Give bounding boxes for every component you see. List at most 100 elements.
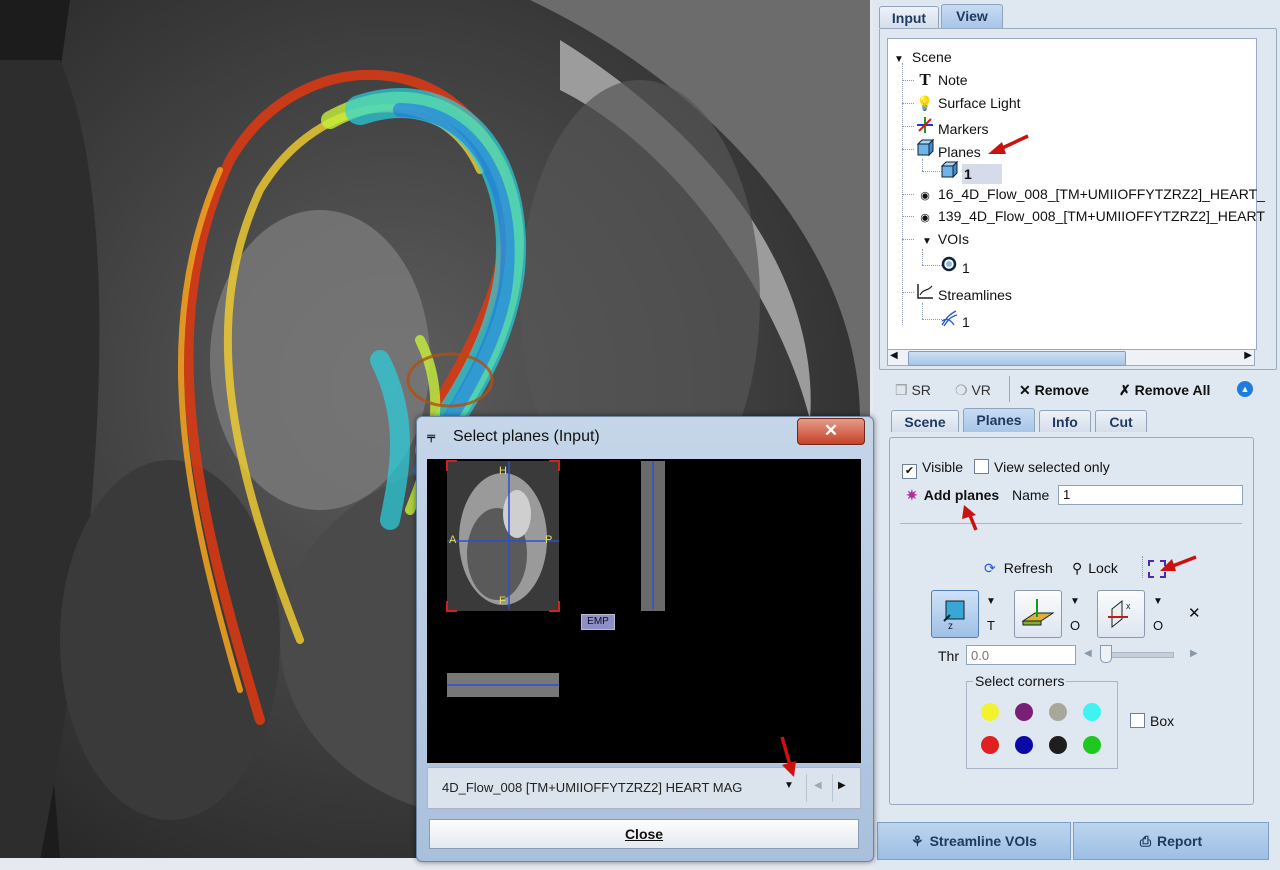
subtab-info[interactable]: Info: [1039, 410, 1091, 432]
lock-button[interactable]: ⚲ Lock: [1072, 560, 1118, 577]
scroll-right-icon[interactable]: ▶: [1244, 350, 1252, 361]
orient-label-f: F: [499, 595, 506, 607]
subtab-scene[interactable]: Scene: [891, 410, 959, 432]
select-corners-label: Select corners: [973, 673, 1067, 689]
thr-slider-thumb[interactable]: [1100, 645, 1112, 663]
lightbulb-icon: 💡: [916, 95, 934, 111]
refresh-button[interactable]: ⟳ Refresh: [984, 560, 1053, 577]
tree-node-surface-light[interactable]: 💡 Surface Light: [916, 93, 1020, 113]
tree-node-streamlines[interactable]: Streamlines: [916, 282, 1012, 303]
corner-blue-dot[interactable]: [1015, 736, 1033, 754]
tree-node-plane-1[interactable]: 1: [940, 160, 1002, 184]
planes-panel: ✔ Visible View selected only ✷ Add planes …: [889, 437, 1254, 805]
scroll-thumb[interactable]: [908, 351, 1126, 366]
dialog-app-icon: ⫧: [427, 429, 436, 446]
tree-node-markers[interactable]: Markers: [916, 116, 989, 139]
corner-yellow-dot[interactable]: [981, 703, 999, 721]
text-note-icon: T: [919, 70, 931, 89]
tree-node-voi-1[interactable]: 1: [940, 255, 970, 276]
corner-purple-dot[interactable]: [1015, 703, 1033, 721]
expand-triangle-icon[interactable]: ▼: [922, 236, 932, 247]
streamline-bundle-icon: [940, 309, 958, 332]
orient-label-a: A: [449, 534, 457, 546]
streamline-vois-icon: ⚘: [911, 833, 924, 849]
plane-preview-canvas[interactable]: H F A P EMP: [427, 459, 861, 763]
thr-field[interactable]: [966, 645, 1076, 665]
tab-input[interactable]: Input: [879, 6, 939, 28]
corner-black-dot[interactable]: [1049, 736, 1067, 754]
tree-node-vois[interactable]: ▼ VOIs: [916, 229, 969, 249]
plane-dropdown-icon[interactable]: ▼: [1153, 596, 1163, 607]
series-dot-icon: ◉: [920, 212, 930, 224]
corner-green-dot[interactable]: [1083, 736, 1101, 754]
thr-right-icon[interactable]: ▶: [1190, 648, 1198, 659]
separator: [900, 523, 1242, 524]
thr-label: Thr: [938, 648, 959, 664]
svg-text:z: z: [948, 621, 953, 632]
refresh-icon: ⟳: [984, 560, 996, 576]
streamline-vois-button[interactable]: ⚘ Streamline VOIs: [877, 822, 1071, 860]
annotation-arrow-planes: [988, 134, 1029, 154]
add-sparkle-icon: ✷: [906, 487, 918, 503]
svg-text:x: x: [1126, 601, 1131, 611]
subtab-cut[interactable]: Cut: [1095, 410, 1147, 432]
orient-label-p: P: [545, 534, 553, 546]
plane-mode-o: O: [1070, 618, 1081, 633]
subtab-planes[interactable]: Planes: [963, 408, 1035, 432]
vr-button[interactable]: ❍ VR: [955, 380, 991, 400]
sagittal-plane-button[interactable]: x: [1097, 590, 1145, 638]
planes-cube-icon: [916, 138, 935, 162]
markers-axes-icon: [916, 116, 934, 139]
collapse-up-icon[interactable]: ▲: [1237, 381, 1253, 397]
tree-node-planes[interactable]: Planes: [916, 138, 981, 162]
sr-icon: ❒: [895, 382, 908, 398]
remove-button[interactable]: ✕ Remove: [1019, 380, 1089, 400]
tree-node-flow-1[interactable]: ◉ 16_4D_Flow_008_[TM+UMIIOFFYTZRZ2]_HEART…: [916, 184, 1265, 204]
series-next-icon[interactable]: ▶: [838, 780, 846, 791]
scroll-left-icon[interactable]: ◀: [890, 350, 898, 361]
tree-node-scene[interactable]: ▼ Scene: [894, 47, 952, 67]
tree-node-flow-2[interactable]: ◉ 139_4D_Flow_008_[TM+UMIIOFFYTZRZ2]_HEAR…: [916, 206, 1265, 226]
lock-pin-icon: ⚲: [1072, 560, 1083, 576]
series-prev-icon[interactable]: ◀: [814, 780, 822, 791]
plane-cube-icon: [940, 160, 959, 184]
annotation-arrow-add-planes: [962, 505, 978, 531]
add-planes-button[interactable]: ✷ Add planes: [906, 487, 999, 504]
corner-red-dot[interactable]: [981, 736, 999, 754]
dialog-close-button[interactable]: Close: [429, 819, 859, 849]
corner-gray-dot[interactable]: [1049, 703, 1067, 721]
clear-planes-icon[interactable]: ✕: [1188, 604, 1201, 622]
tree-node-note[interactable]: T Note: [916, 70, 967, 90]
coronal-plane-button[interactable]: [1014, 590, 1062, 638]
name-field[interactable]: 1: [1058, 485, 1243, 505]
printer-icon: ⎙: [1139, 833, 1152, 849]
dialog-close-x-button[interactable]: ✕: [797, 418, 865, 445]
tree-horizontal-scrollbar[interactable]: ◀ ▶: [887, 349, 1255, 366]
select-corners-group: Select corners: [966, 673, 1118, 769]
remove-all-icon: ✗: [1119, 382, 1131, 398]
empty-tag: EMP: [581, 614, 615, 630]
scene-tree[interactable]: ▼ Scene T Note 💡 Surface Light Markers Plan…: [887, 38, 1265, 350]
right-panel: Input View ▼ Scene T Note 💡 Surface Light: [873, 0, 1280, 870]
tree-node-streamline-1[interactable]: 1: [940, 309, 970, 332]
expand-triangle-icon[interactable]: ▼: [894, 54, 904, 65]
tab-view[interactable]: View: [941, 4, 1003, 28]
remove-all-button[interactable]: ✗ Remove All: [1119, 380, 1210, 400]
thr-left-icon[interactable]: ◀: [1084, 648, 1092, 659]
plane-mode-o: O: [1153, 618, 1164, 633]
plane-mode-t: T: [987, 618, 995, 633]
corner-cyan-dot[interactable]: [1083, 703, 1101, 721]
series-dropdown-icon[interactable]: ▼: [784, 780, 794, 791]
report-button[interactable]: ⎙ Report: [1073, 822, 1269, 860]
vr-icon: ❍: [955, 382, 968, 398]
visible-checkbox[interactable]: ✔ Visible: [902, 459, 963, 479]
transversal-plane-button[interactable]: z: [931, 590, 979, 638]
plane-dropdown-icon[interactable]: ▼: [1070, 596, 1080, 607]
sagittal-plane-icon: x: [1108, 599, 1131, 629]
dialog-title: Select planes (Input): [453, 428, 600, 445]
sr-button[interactable]: ❒ SR: [895, 380, 931, 400]
box-checkbox[interactable]: Box: [1130, 713, 1174, 729]
toolbar-divider: [1009, 376, 1010, 402]
view-selected-checkbox[interactable]: View selected only: [974, 459, 1110, 475]
plane-dropdown-icon[interactable]: ▼: [986, 596, 996, 607]
